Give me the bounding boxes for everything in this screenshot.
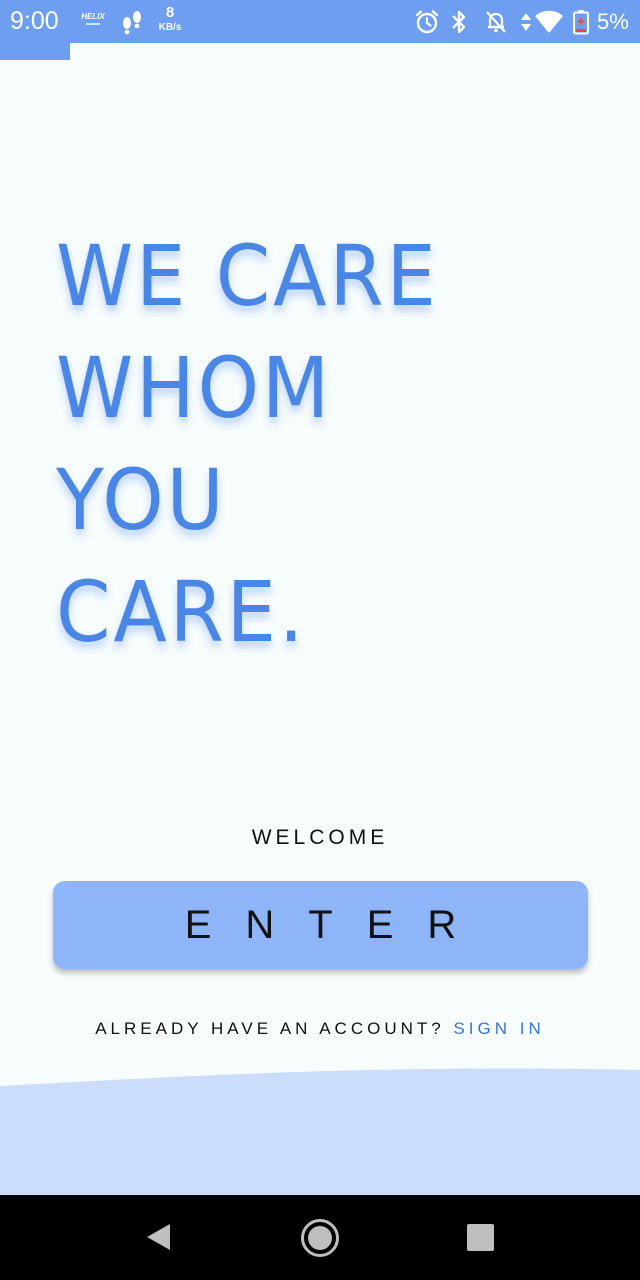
status-time: 9:00 [10,7,59,35]
helix-logo: HELIX [78,12,108,32]
back-icon[interactable] [145,1223,173,1251]
headline-line-2: WHOM [56,339,333,437]
headline-line-4: CARE. [56,563,307,661]
sign-in-link[interactable]: SIGN IN [453,1019,544,1038]
account-prompt-text: ALREADY HAVE AN ACCOUNT? [95,1019,445,1038]
enter-button[interactable]: ENTER [53,881,588,969]
wifi-icon [535,10,563,33]
helix-logo-underline [86,23,100,25]
footsteps-icon [123,11,141,35]
data-arrows-icon [521,13,531,31]
recents-icon[interactable] [467,1224,494,1251]
account-prompt-row: ALREADY HAVE AN ACCOUNT? SIGN IN [0,1019,640,1039]
network-speed-unit: KB/s [158,22,182,33]
navigation-bar [0,1195,640,1280]
alarm-icon [415,10,439,34]
bluetooth-icon [452,10,466,34]
network-speed-value: 8 [165,4,175,21]
enter-button-label: ENTER [184,902,491,947]
home-icon[interactable] [300,1218,340,1258]
helix-logo-text: HELIX [81,12,105,21]
headline-line-3: YOU [56,451,227,549]
welcome-label: WELCOME [251,826,389,849]
bottom-wave [0,1068,640,1195]
headline-line-1: WE CARE [56,227,439,325]
notifications-off-icon [486,11,506,33]
status-bar: 9:00 HELIX 8 KB/s 5% [0,0,640,43]
battery-low-icon [573,10,589,35]
headline: WE CARE WHOM YOU CARE. [56,220,540,668]
progress-strip [0,43,70,60]
battery-percent: 5% [597,9,629,34]
